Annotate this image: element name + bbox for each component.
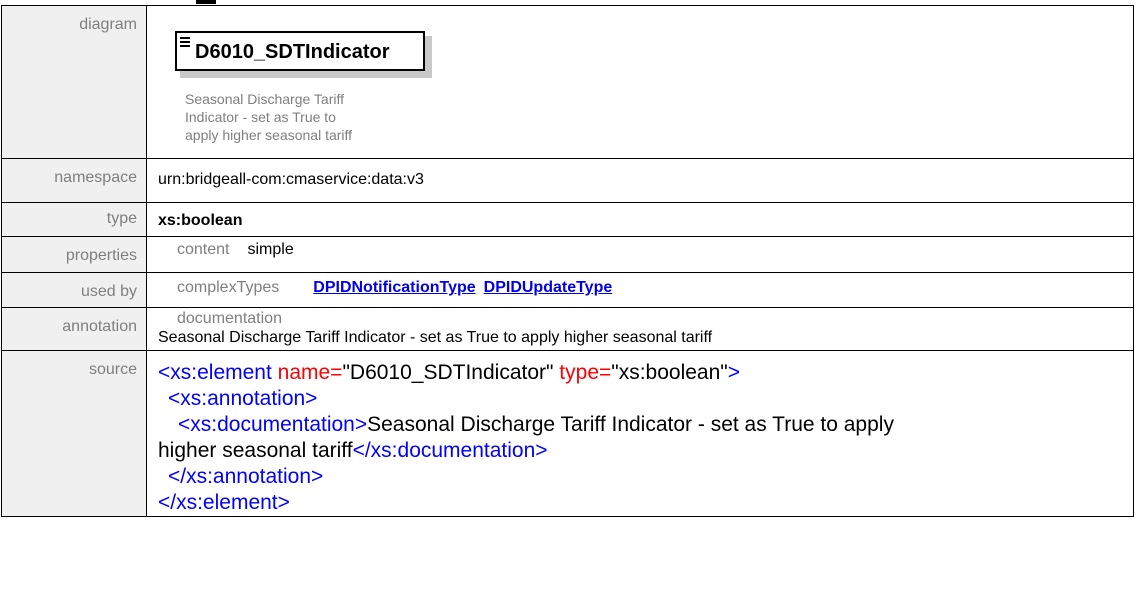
properties-label: properties <box>1 236 147 273</box>
doc-line: apply higher seasonal tariff <box>185 127 353 143</box>
used-by-label: used by <box>1 272 147 308</box>
used-by-key: complexTypes <box>177 279 280 296</box>
used-by-row: used by complexTypes DPIDNotificationType… <box>1 272 1134 308</box>
source-line-1: <xs:element name="D6010_SDTIndicator" ty… <box>158 361 741 384</box>
namespace-row: namespace urn:bridgeall-com:cmaservice:d… <box>1 158 1134 203</box>
namespace-label: namespace <box>1 158 147 203</box>
clipped-heading-fragment <box>196 0 216 4</box>
properties-key: content <box>177 241 230 258</box>
source-label: source <box>1 350 147 517</box>
doc-line: Seasonal Discharge Tariff <box>185 91 345 107</box>
link-dpid-notification-type[interactable]: DPIDNotificationType <box>313 279 475 296</box>
source-line-5: </xs:annotation> <box>168 465 324 488</box>
element-documentation: Seasonal Discharge Tariff Indicator - se… <box>185 90 405 144</box>
diagram-cell: D6010_SDTIndicator Seasonal Discharge Ta… <box>146 5 1134 159</box>
source-line-4: higher seasonal tariff</xs:documentation… <box>158 439 548 462</box>
properties-row: properties content simple <box>1 236 1134 273</box>
source-line-3: <xs:documentation>Seasonal Discharge Tar… <box>178 413 894 436</box>
diagram-row: diagram D6010_SDTIndicator Seasonal Disc… <box>1 5 1134 159</box>
source-row: source <xs:element name="D6010_SDTIndica… <box>1 350 1134 517</box>
annotation-label: annotation <box>1 307 147 351</box>
type-row: type xs:boolean <box>1 202 1134 237</box>
annotation-text: Seasonal Discharge Tariff Indicator - se… <box>158 329 713 346</box>
type-value: xs:boolean <box>158 212 243 229</box>
diagram-label: diagram <box>1 5 147 159</box>
source-line-2: <xs:annotation> <box>168 387 318 410</box>
source-line-6: </xs:element> <box>158 491 290 514</box>
doc-line: Indicator - set as True to <box>185 109 336 125</box>
annotation-row: annotation documentation Seasonal Discha… <box>1 307 1134 351</box>
content-model-icon <box>180 37 190 49</box>
source-code-block: <xs:element name="D6010_SDTIndicator" ty… <box>147 351 1133 516</box>
element-name: D6010_SDTIndicator <box>195 41 390 63</box>
element-box: D6010_SDTIndicator <box>175 31 425 71</box>
annotation-key: documentation <box>177 310 282 327</box>
schema-element-doc-table: diagram D6010_SDTIndicator Seasonal Disc… <box>1 5 1134 517</box>
properties-value: simple <box>247 241 294 258</box>
type-label: type <box>1 202 147 237</box>
link-dpid-update-type[interactable]: DPIDUpdateType <box>484 279 613 296</box>
namespace-value: urn:bridgeall-com:cmaservice:data:v3 <box>158 171 424 188</box>
